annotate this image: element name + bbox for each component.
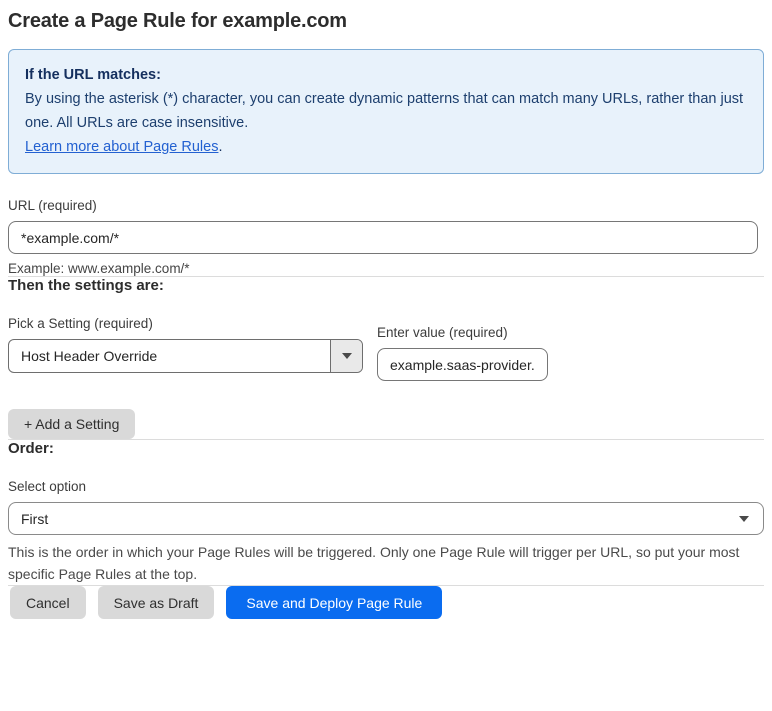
cancel-button[interactable]: Cancel [10, 586, 86, 619]
info-box-body-text: By using the asterisk (*) character, you… [25, 91, 744, 131]
settings-heading: Then the settings are: [8, 277, 164, 294]
setting-row: Pick a Setting (required) Host Header Ov… [8, 316, 764, 381]
url-label: URL (required) [8, 198, 97, 213]
learn-more-link[interactable]: Learn more about Page Rules [25, 139, 218, 155]
caret-down-icon [739, 515, 749, 522]
url-match-info-box: If the URL matches: By using the asteris… [8, 49, 764, 174]
add-setting-button[interactable]: + Add a Setting [8, 409, 136, 439]
caret-down-icon [341, 353, 352, 359]
order-help-text: This is the order in which your Page Rul… [8, 544, 740, 582]
form-actions: Cancel Save as Draft Save and Deploy Pag… [8, 586, 764, 619]
setting-value-label: Enter value (required) [377, 325, 508, 340]
url-example-text: Example: www.example.com/* [8, 261, 190, 276]
info-box-body: By using the asterisk (*) character, you… [25, 87, 747, 135]
page-title: Create a Page Rule for example.com [8, 10, 347, 32]
save-draft-button[interactable]: Save as Draft [97, 586, 215, 619]
save-deploy-button[interactable]: Save and Deploy Page Rule [226, 586, 443, 619]
page-rule-form: Create a Page Rule for example.com If th… [0, 0, 772, 619]
setting-select-value: Host Header Override [21, 348, 158, 364]
order-heading: Order: [8, 440, 54, 457]
setting-picker-column: Pick a Setting (required) Host Header Ov… [8, 316, 363, 373]
info-box-heading: If the URL matches: [25, 67, 161, 83]
link-period: . [218, 139, 223, 155]
setting-value-column: Enter value (required) [377, 316, 548, 381]
setting-select-arrow-button[interactable] [330, 340, 362, 372]
setting-value-input[interactable] [377, 348, 548, 381]
setting-picker-label: Pick a Setting (required) [8, 316, 153, 331]
setting-select[interactable]: Host Header Override [8, 339, 363, 373]
order-select-value: First [21, 510, 49, 527]
order-select[interactable]: First [8, 502, 764, 535]
info-box-link-line: Learn more about Page Rules. [25, 135, 747, 159]
order-select-label: Select option [8, 479, 87, 494]
url-input[interactable] [8, 221, 758, 254]
